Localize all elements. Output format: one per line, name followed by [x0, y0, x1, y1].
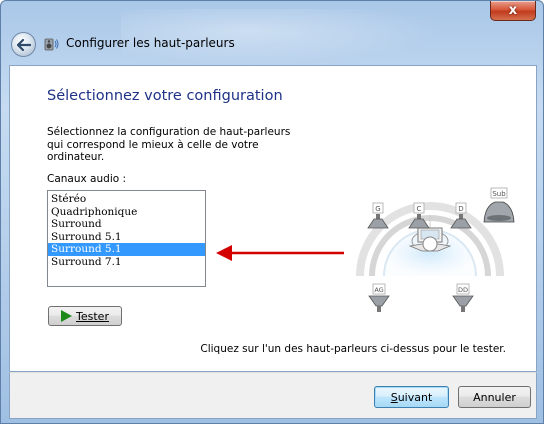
- annotation-arrow-icon: [216, 245, 344, 261]
- channels-listbox[interactable]: Stéréo Quadriphonique Surround Surround …: [47, 190, 206, 287]
- speaker-rear-right-icon[interactable]: DD: [452, 283, 474, 312]
- play-icon: [61, 310, 73, 322]
- wizard-footer: Suivant Annuler: [9, 372, 537, 419]
- back-button[interactable]: [11, 32, 36, 57]
- cancel-button-label: Annuler: [473, 390, 516, 404]
- speaker-front-left-icon[interactable]: G: [367, 202, 389, 229]
- next-button-label: Suivant: [390, 390, 433, 404]
- description-text: Sélectionnez la configuration de haut-pa…: [47, 126, 291, 163]
- speaker-rear-left-icon[interactable]: AG: [368, 283, 390, 312]
- list-item-surround-5-1[interactable]: Surround 5.1: [48, 231, 205, 244]
- list-item-quadriphonique[interactable]: Quadriphonique: [48, 206, 205, 219]
- speaker-rear-left-label: AG: [374, 286, 383, 294]
- hint-text: Cliquez sur l'un des haut-parleurs ci-de…: [200, 343, 506, 355]
- wizard-content: Sélectionnez votre configuration Sélecti…: [9, 65, 537, 372]
- list-item-stereo[interactable]: Stéréo: [48, 193, 205, 206]
- channels-label: Canaux audio :: [47, 173, 127, 185]
- back-arrow-icon: [16, 38, 31, 51]
- list-item-surround[interactable]: Surround: [48, 218, 205, 231]
- speaker-wizard-icon: [44, 38, 59, 51]
- list-item-surround-7-1[interactable]: Surround 7.1: [48, 256, 205, 269]
- speaker-front-left-label: G: [375, 205, 380, 213]
- test-button-label: Tester: [76, 309, 109, 323]
- close-icon: x: [508, 3, 518, 18]
- speaker-rear-right-label: DD: [458, 286, 468, 294]
- close-button[interactable]: x: [490, 1, 536, 21]
- page-title: Sélectionnez votre configuration: [47, 88, 283, 104]
- window-title: Configurer les haut-parleurs: [66, 36, 235, 50]
- next-button[interactable]: Suivant: [374, 386, 449, 408]
- speaker-center-label: C: [417, 205, 422, 213]
- speaker-subwoofer-label: Sub: [492, 190, 506, 198]
- test-button[interactable]: Tester: [48, 306, 122, 326]
- list-item-surround-5-1-selected[interactable]: Surround 5.1: [48, 243, 205, 256]
- window-frame: x Configurer les haut-parleurs Sélection…: [0, 0, 544, 424]
- speaker-subwoofer-icon[interactable]: Sub: [483, 187, 515, 223]
- cancel-button[interactable]: Annuler: [458, 386, 531, 408]
- speaker-front-right-label: D: [458, 205, 463, 213]
- speaker-layout-diagram: G C D Sub AG DD: [356, 187, 515, 312]
